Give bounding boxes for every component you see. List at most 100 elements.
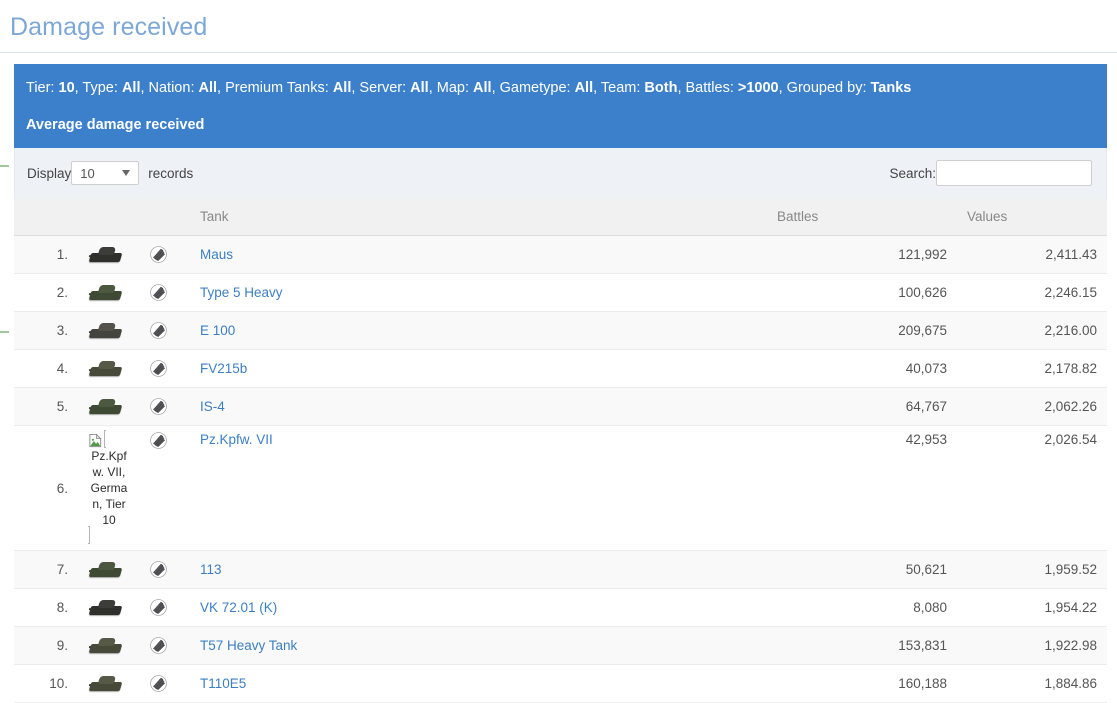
- heavy-tank-class-icon: [150, 561, 167, 578]
- tank-sprite: [88, 674, 126, 694]
- heavy-tank-class-icon: [150, 398, 167, 415]
- battles-value: 209,675: [898, 323, 947, 338]
- filter-nation-value: All: [198, 80, 218, 96]
- records-per-page-select[interactable]: 10: [71, 161, 140, 185]
- row-rank: 7.: [56, 562, 68, 577]
- filter-summary: Tier: 10, Type: All, Nation: All, Premiu…: [26, 78, 1093, 98]
- tank-link[interactable]: T110E5: [200, 676, 246, 691]
- tank-class-cell: [140, 665, 190, 703]
- battles-value: 42,953: [905, 432, 947, 447]
- battles-value: 64,767: [905, 399, 947, 414]
- search-input[interactable]: [936, 160, 1092, 186]
- filter-server-value: All: [410, 80, 429, 96]
- tank-link[interactable]: T57 Heavy Tank: [200, 638, 297, 653]
- tank-image-cell: Pz.Kpfw. VII, German, Tier 10: [78, 426, 140, 551]
- table-head: Tank Battles Values: [14, 199, 1107, 236]
- column-header-class: [140, 199, 190, 236]
- tank-sprite: [88, 283, 126, 303]
- filter-grouped-label: , Grouped by:: [778, 80, 871, 96]
- tank-link[interactable]: VK 72.01 (K): [200, 600, 277, 615]
- tank-class-cell: [140, 589, 190, 627]
- tank-name-cell: E 100: [190, 312, 767, 350]
- tank-turret: [97, 360, 117, 369]
- heavy-tank-class-icon: [150, 284, 167, 301]
- tank-link[interactable]: Maus: [200, 247, 233, 262]
- filter-map-label: , Map:: [428, 80, 474, 96]
- filter-premium-label: , Premium Tanks:: [217, 80, 333, 96]
- tank-turret: [97, 398, 117, 407]
- results-panel: Tier: 10, Type: All, Nation: All, Premiu…: [14, 64, 1107, 703]
- tank-sprite: [88, 636, 126, 656]
- search-label: Search:: [889, 165, 936, 181]
- tank-class-cell: [140, 627, 190, 665]
- records-per-page-value: 10: [80, 165, 95, 181]
- filter-gametype-value: All: [574, 80, 594, 96]
- broken-tank-image: Pz.Kpfw. VII, German, Tier 10: [88, 430, 130, 544]
- row-rank: 10.: [49, 676, 68, 691]
- tank-turret: [97, 675, 117, 684]
- tank-class-cell: [140, 274, 190, 312]
- battles-value: 40,073: [905, 361, 947, 376]
- tank-name-cell: IS-4: [190, 388, 767, 426]
- tank-turret: [97, 561, 117, 570]
- damage-value: 1,954.22: [1044, 600, 1097, 615]
- tank-image-cell: [78, 627, 140, 665]
- tank-link[interactable]: E 100: [200, 323, 235, 338]
- tank-link[interactable]: 113: [200, 562, 222, 577]
- tank-class-cell: [140, 236, 190, 274]
- tank-name-cell: VK 72.01 (K): [190, 589, 767, 627]
- table-row: 7. 113 50,621 1,959.52: [14, 550, 1107, 589]
- row-rank: 1.: [56, 247, 68, 262]
- tank-link[interactable]: IS-4: [200, 399, 225, 414]
- tank-sprite: [88, 321, 126, 341]
- heavy-tank-class-icon: [150, 637, 167, 654]
- column-header-tank[interactable]: Tank: [190, 199, 767, 236]
- battles-value: 100,626: [898, 285, 947, 300]
- tank-name-cell: T110E5: [190, 665, 767, 703]
- row-rank: 9.: [56, 638, 68, 653]
- filter-nation-label: , Nation:: [140, 80, 199, 96]
- column-header-values[interactable]: Values: [957, 199, 1107, 236]
- row-rank: 2.: [56, 285, 68, 300]
- tank-name-cell: T57 Heavy Tank: [190, 627, 767, 665]
- filter-gametype-label: , Gametype:: [491, 80, 575, 96]
- metric-title: Average damage received: [26, 117, 205, 133]
- results-table: Tank Battles Values 1. Maus 121,992 2,411.4…: [14, 199, 1107, 703]
- filter-premium-value: All: [332, 80, 352, 96]
- table-row: 9. T57 Heavy Tank 153,831 1,922.98: [14, 626, 1107, 665]
- tank-image-cell: [78, 388, 140, 426]
- battles-value: 153,831: [898, 638, 947, 653]
- table-row: 8. VK 72.01 (K) 8,080 1,954.22: [14, 588, 1107, 627]
- column-header-rank: [14, 199, 78, 236]
- left-edge-artifact: [0, 165, 9, 167]
- row-rank: 6.: [56, 480, 68, 496]
- tank-turret: [97, 284, 117, 293]
- heavy-tank-class-icon: [150, 599, 167, 616]
- table-row: 3. E 100 209,675 2,216.00: [14, 311, 1107, 350]
- filter-battles-value: >1000: [737, 80, 779, 96]
- damage-value: 1,959.52: [1044, 562, 1097, 577]
- tank-class-cell: [140, 312, 190, 350]
- filter-type-label: , Type:: [74, 80, 122, 96]
- damage-value: 2,246.15: [1044, 285, 1097, 300]
- filter-map-value: All: [473, 80, 492, 96]
- table-row: 10. T110E5 160,188 1,884.86: [14, 664, 1107, 703]
- row-rank: 5.: [56, 399, 68, 414]
- column-header-battles[interactable]: Battles: [767, 199, 957, 236]
- table-body: 1. Maus 121,992 2,411.43 2. Type 5 Heavy 100,6…: [14, 235, 1107, 703]
- tank-name-cell: FV215b: [190, 350, 767, 388]
- tank-class-cell: [140, 551, 190, 589]
- row-rank: 8.: [56, 600, 68, 615]
- tank-link[interactable]: Pz.Kpfw. VII: [200, 432, 273, 447]
- heavy-tank-class-icon: [150, 246, 167, 263]
- search-group: Search:: [889, 160, 1092, 186]
- filter-tier-label: Tier:: [26, 80, 59, 96]
- filter-type-value: All: [121, 80, 141, 96]
- tank-link[interactable]: Type 5 Heavy: [200, 285, 283, 300]
- tank-link[interactable]: FV215b: [200, 361, 247, 376]
- filter-server-label: , Server:: [351, 80, 411, 96]
- heavy-tank-class-icon: [150, 432, 167, 449]
- filter-battles-label: , Battles:: [677, 80, 738, 96]
- damage-value: 2,216.00: [1044, 323, 1097, 338]
- tank-image-cell: [78, 589, 140, 627]
